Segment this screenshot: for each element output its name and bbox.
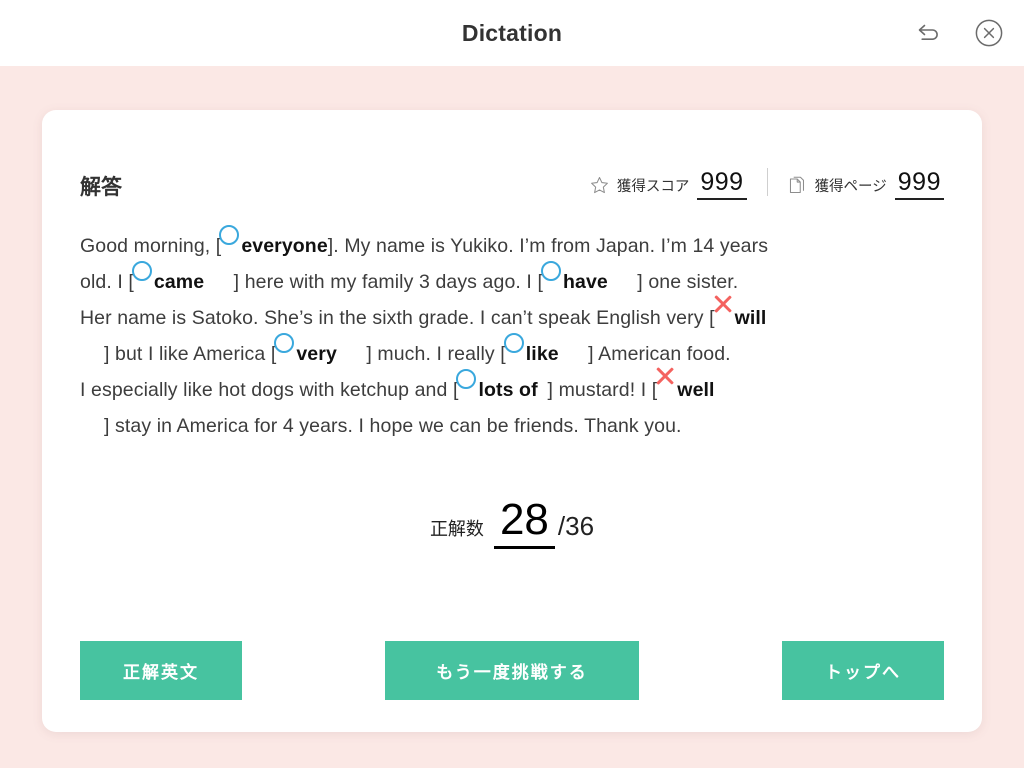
correct-count-total: /36: [557, 511, 595, 541]
answer-incorrect: well: [657, 372, 714, 408]
answer-passage: Good morning, [ everyone]. My name is Yuk…: [80, 225, 944, 444]
answer-gap: [559, 336, 588, 372]
passage-text: ] stay in America for 4 years. I hope we…: [104, 415, 682, 437]
passage-text: ] here with my family 3 days ago. I [: [233, 271, 543, 293]
circle-correct-icon: [274, 333, 295, 353]
answer-word: very: [296, 343, 337, 365]
answer-word: well: [677, 379, 715, 401]
circle-correct-icon: [503, 333, 524, 353]
circle-correct-icon: [219, 225, 240, 245]
page-body: 解答 獲得スコア 999 獲得ページ 999 Good morning, [e…: [0, 66, 1024, 732]
circle-correct-icon: [131, 261, 152, 281]
undo-icon: [918, 24, 938, 40]
answer-gap: [608, 264, 637, 300]
answer-gap: [538, 372, 548, 408]
passage-text: ] one sister.: [637, 271, 739, 293]
correct-sentences-button[interactable]: 正解英文: [80, 641, 242, 700]
answer-word: like: [525, 343, 559, 365]
passage-text: ]. My name is Yukiko. I’m from Japan. I’…: [327, 235, 769, 257]
card-title: 解答: [80, 176, 122, 199]
go-to-top-button[interactable]: トップへ: [782, 641, 944, 700]
retry-button[interactable]: もう一度挑戦する: [385, 641, 639, 700]
answer-gap: [337, 336, 366, 372]
answer-correct: like: [503, 333, 588, 372]
passage-line: ] stay in America for 4 years. I hope we…: [80, 408, 944, 444]
passage-text: old. I [: [80, 271, 134, 293]
stats-divider: [766, 168, 768, 196]
close-button[interactable]: [972, 16, 1006, 50]
pages-icon: [788, 175, 807, 200]
card-header: 解答 獲得スコア 999 獲得ページ 999: [80, 150, 944, 200]
answer-word: have: [562, 271, 608, 293]
passage-text: ] mustard! I [: [547, 379, 658, 401]
answer-gap: [204, 264, 233, 300]
stat-pages-value: 999: [894, 168, 944, 200]
passage-line: old. I [ came ] here with my family 3 day…: [80, 261, 944, 300]
passage-line: ] but I like America [ very ] much. I rea…: [80, 333, 944, 372]
passage-text: Good morning, [: [80, 235, 222, 257]
stat-score-label: 獲得スコア: [616, 179, 690, 195]
circle-correct-icon: [540, 261, 561, 281]
answer-word: will: [734, 307, 767, 329]
stat-pages: 獲得ページ 999: [788, 168, 944, 200]
passage-text: Her name is Satoko. She’s in the sixth g…: [80, 307, 715, 329]
answer-correct: everyone: [219, 225, 328, 264]
close-circle-icon: [975, 19, 1003, 47]
answer-correct: lots of: [456, 369, 548, 408]
stats-group: 獲得スコア 999 獲得ページ 999: [590, 168, 944, 200]
answer-incorrect: will: [715, 300, 767, 336]
passage-text: ] American food.: [588, 343, 731, 365]
answer-word: came: [153, 271, 205, 293]
passage-line: I especially like hot dogs with ketchup …: [80, 369, 944, 408]
answer-word: everyone: [241, 235, 328, 257]
star-icon: [590, 176, 609, 200]
passage-line: Her name is Satoko. She’s in the sixth g…: [80, 300, 944, 336]
passage-text: ] much. I really [: [366, 343, 506, 365]
passage-text: ] but I like America [: [104, 343, 277, 365]
header-actions: [912, 0, 1006, 66]
correct-count-label: 正解数: [429, 519, 484, 539]
stat-score: 獲得スコア 999: [590, 168, 747, 200]
action-buttons: 正解英文 もう一度挑戦する トップへ: [80, 641, 944, 700]
cross-incorrect-icon: [713, 294, 733, 314]
correct-count-row: 正解数 28 /36: [80, 498, 944, 549]
app-header: Dictation: [0, 0, 1024, 66]
answer-correct: very: [274, 333, 366, 372]
passage-line: Good morning, [ everyone]. My name is Yuk…: [80, 225, 944, 264]
stat-pages-label: 獲得ページ: [814, 179, 887, 195]
cross-incorrect-icon: [655, 366, 675, 386]
circle-correct-icon: [456, 369, 477, 389]
answer-card: 解答 獲得スコア 999 獲得ページ 999 Good morning, [e…: [42, 110, 982, 732]
answer-word: lots of: [478, 379, 538, 401]
answer-correct: have: [540, 261, 637, 300]
passage-text: I especially like hot dogs with ketchup …: [80, 379, 459, 401]
answer-correct: came: [131, 261, 234, 300]
page-title: Dictation: [461, 19, 563, 46]
stat-score-value: 999: [697, 168, 747, 200]
undo-button[interactable]: [912, 16, 946, 50]
correct-count-value: 28: [493, 498, 555, 549]
